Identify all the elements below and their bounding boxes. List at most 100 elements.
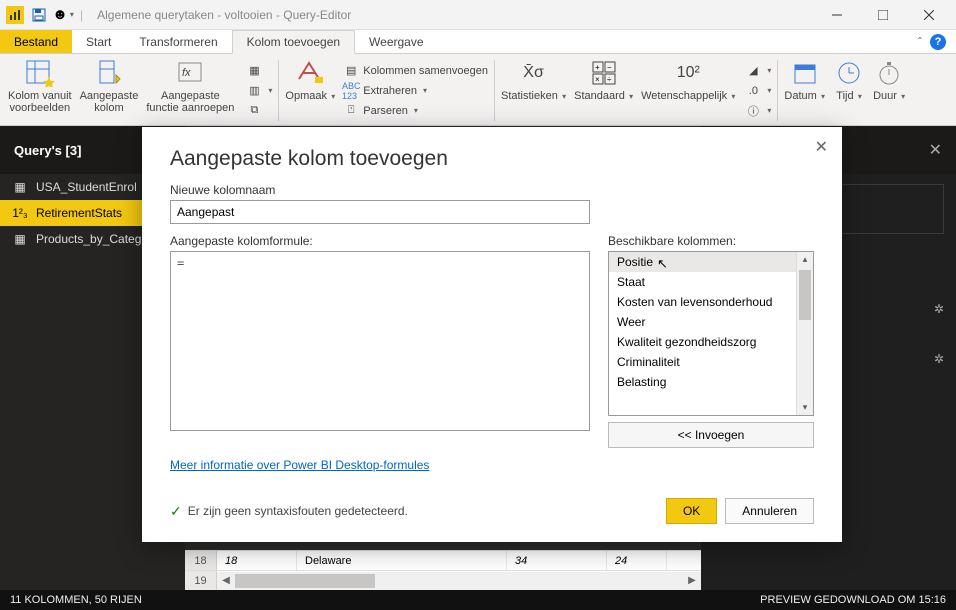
gear-icon[interactable]: ✲ <box>934 352 944 366</box>
format-icon <box>294 58 326 88</box>
cancel-button[interactable]: Annuleren <box>725 498 814 524</box>
formula-label: Aangepaste kolomformule: <box>170 234 590 248</box>
column-item-kosten[interactable]: Kosten van levensonderhoud <box>609 292 813 312</box>
insert-column-button[interactable]: << Invoegen <box>608 422 814 448</box>
row-number: 18 <box>185 551 217 570</box>
formula-help-link[interactable]: Meer informatie over Power BI Desktop-fo… <box>170 458 814 472</box>
duplicate-icon: ⧉ <box>246 103 262 119</box>
table-icon: ▦ <box>12 180 28 194</box>
duplicate-column-button[interactable]: ⧉ <box>242 101 276 121</box>
sigma-icon: X̄σ <box>518 58 550 88</box>
index-icon: ▥ <box>246 83 262 99</box>
new-column-name-input[interactable] <box>170 200 590 224</box>
title-bar: ☻▾ | Algemene querytaken - voltooien - Q… <box>0 0 956 30</box>
dialog-close-button[interactable]: ✕ <box>815 137 828 157</box>
close-settings-button[interactable]: ✕ <box>929 140 942 160</box>
dialog-title: Aangepaste kolom toevoegen <box>170 147 814 171</box>
table-row[interactable]: 19 ◀ ▶ <box>185 570 701 590</box>
ribbon: Kolom vanuit voorbeelden Aangepaste kolo… <box>0 54 956 126</box>
clock-icon <box>833 58 865 88</box>
column-from-examples-button[interactable]: Kolom vanuit voorbeelden <box>4 56 76 125</box>
columns-scrollbar[interactable]: ▴ ▾ <box>796 252 813 415</box>
function-icon: fx <box>174 58 206 88</box>
extract-button[interactable]: ABC123Extraheren▾ <box>339 81 492 101</box>
column-item-kwaliteit[interactable]: Kwaliteit gezondheidszorg <box>609 332 813 352</box>
ribbon-tabs: Bestand Start Transformeren Kolom toevoe… <box>0 30 956 54</box>
extract-icon: ABC123 <box>343 83 359 99</box>
parse-button[interactable]: ⍞Parseren▾ <box>339 101 492 121</box>
collapse-ribbon-icon[interactable]: ˆ <box>918 35 922 49</box>
table-icon: ▦ <box>12 232 28 246</box>
table-row[interactable]: 18 18 Delaware 34 24 <box>185 550 701 570</box>
condition-icon: ▦ <box>246 63 262 79</box>
custom-column-button[interactable]: Aangepaste kolom <box>76 56 143 125</box>
exponent-icon: 10² <box>672 58 704 88</box>
quick-access-toolbar: ☻▾ | <box>4 4 87 26</box>
format-button[interactable]: Opmaak ▾ <box>281 56 339 125</box>
powerbi-icon <box>6 6 24 24</box>
minimize-button[interactable] <box>814 0 860 30</box>
statistics-button[interactable]: X̄σ Statistieken ▾ <box>497 56 570 125</box>
duration-button[interactable]: Duur ▾ <box>869 56 909 125</box>
svg-text:×: × <box>595 75 600 84</box>
gear-icon[interactable]: ✲ <box>934 302 944 316</box>
merge-columns-button[interactable]: ▤Kolommen samenvoegen <box>339 61 492 81</box>
smiley-icon: ☻ <box>52 6 68 23</box>
custom-function-button[interactable]: fx Aangepaste functie aanroepen <box>142 56 238 125</box>
svg-text:−: − <box>607 63 612 72</box>
horizontal-scrollbar[interactable]: ◀ ▶ <box>217 572 701 590</box>
help-icon[interactable]: ? <box>930 34 946 50</box>
column-item-weer[interactable]: Weer <box>609 312 813 332</box>
parse-icon: ⍞ <box>343 103 359 119</box>
column-item-belasting[interactable]: Belasting <box>609 372 813 392</box>
custom-column-dialog: ✕ Aangepaste kolom toevoegen Nieuwe kolo… <box>142 127 842 542</box>
trig-icon: ◢ <box>745 63 761 79</box>
custom-column-icon <box>93 58 125 88</box>
index-column-button[interactable]: ▥▾ <box>242 81 276 101</box>
info-icon: ⓘ <box>745 103 761 119</box>
maximize-button[interactable] <box>860 0 906 30</box>
row-number: 19 <box>185 571 217 590</box>
available-columns-list: Positie Staat Kosten van levensonderhoud… <box>608 251 814 416</box>
close-button[interactable] <box>906 0 952 30</box>
formula-input[interactable]: = <box>170 251 590 431</box>
time-button[interactable]: Tijd ▾ <box>829 56 869 125</box>
calc-icon: +−× ÷ <box>588 58 620 88</box>
svg-text:+: + <box>595 63 600 72</box>
stopwatch-icon <box>873 58 905 88</box>
emoji-button[interactable]: ☻▾ <box>52 4 74 26</box>
tab-file[interactable]: Bestand <box>0 30 72 53</box>
standard-button[interactable]: +−×÷ Standaard ▾ <box>570 56 637 125</box>
trigonometry-button[interactable]: ◢▾ <box>741 61 775 81</box>
information-button[interactable]: ⓘ▾ <box>741 101 775 121</box>
svg-text:fx: fx <box>182 67 191 79</box>
ribbon-help: ˆ ? <box>918 30 956 53</box>
new-column-name-label: Nieuwe kolomnaam <box>170 183 814 197</box>
number-icon: 1²₃ <box>12 206 28 220</box>
syntax-status: ✓ Er zijn geen syntaxisfouten gedetectee… <box>170 503 408 520</box>
conditional-column-button[interactable]: ▦ <box>242 61 276 81</box>
save-button[interactable] <box>28 4 50 26</box>
ok-button[interactable]: OK <box>666 498 717 524</box>
status-bar: 11 KOLOMMEN, 50 RIJEN PREVIEW GEDOWNLOAD… <box>0 590 956 610</box>
svg-text:÷: ÷ <box>607 75 612 84</box>
column-item-positie[interactable]: Positie <box>609 252 813 272</box>
tab-home[interactable]: Start <box>72 30 125 53</box>
round-icon: .0 <box>745 83 761 99</box>
scientific-button[interactable]: 10² Wetenschappelijk ▾ <box>637 56 739 125</box>
window-controls <box>814 0 952 30</box>
tab-add-column[interactable]: Kolom toevoegen <box>232 30 355 54</box>
tab-view[interactable]: Weergave <box>355 30 437 53</box>
data-grid: 18 18 Delaware 34 24 19 ◀ ▶ <box>185 550 701 590</box>
date-button[interactable]: Datum ▾ <box>780 56 829 125</box>
rounding-button[interactable]: .0▾ <box>741 81 775 101</box>
column-item-criminaliteit[interactable]: Criminaliteit <box>609 352 813 372</box>
available-columns-label: Beschikbare kolommen: <box>608 234 814 248</box>
window-title: Algemene querytaken - voltooien - Query-… <box>97 8 351 22</box>
checkmark-icon: ✓ <box>170 503 182 520</box>
app-logo[interactable] <box>4 4 26 26</box>
preview-timestamp: PREVIEW GEDOWNLOAD OM 15:16 <box>760 594 946 606</box>
column-row-count: 11 KOLOMMEN, 50 RIJEN <box>10 594 142 606</box>
column-item-staat[interactable]: Staat <box>609 272 813 292</box>
tab-transform[interactable]: Transformeren <box>125 30 231 53</box>
